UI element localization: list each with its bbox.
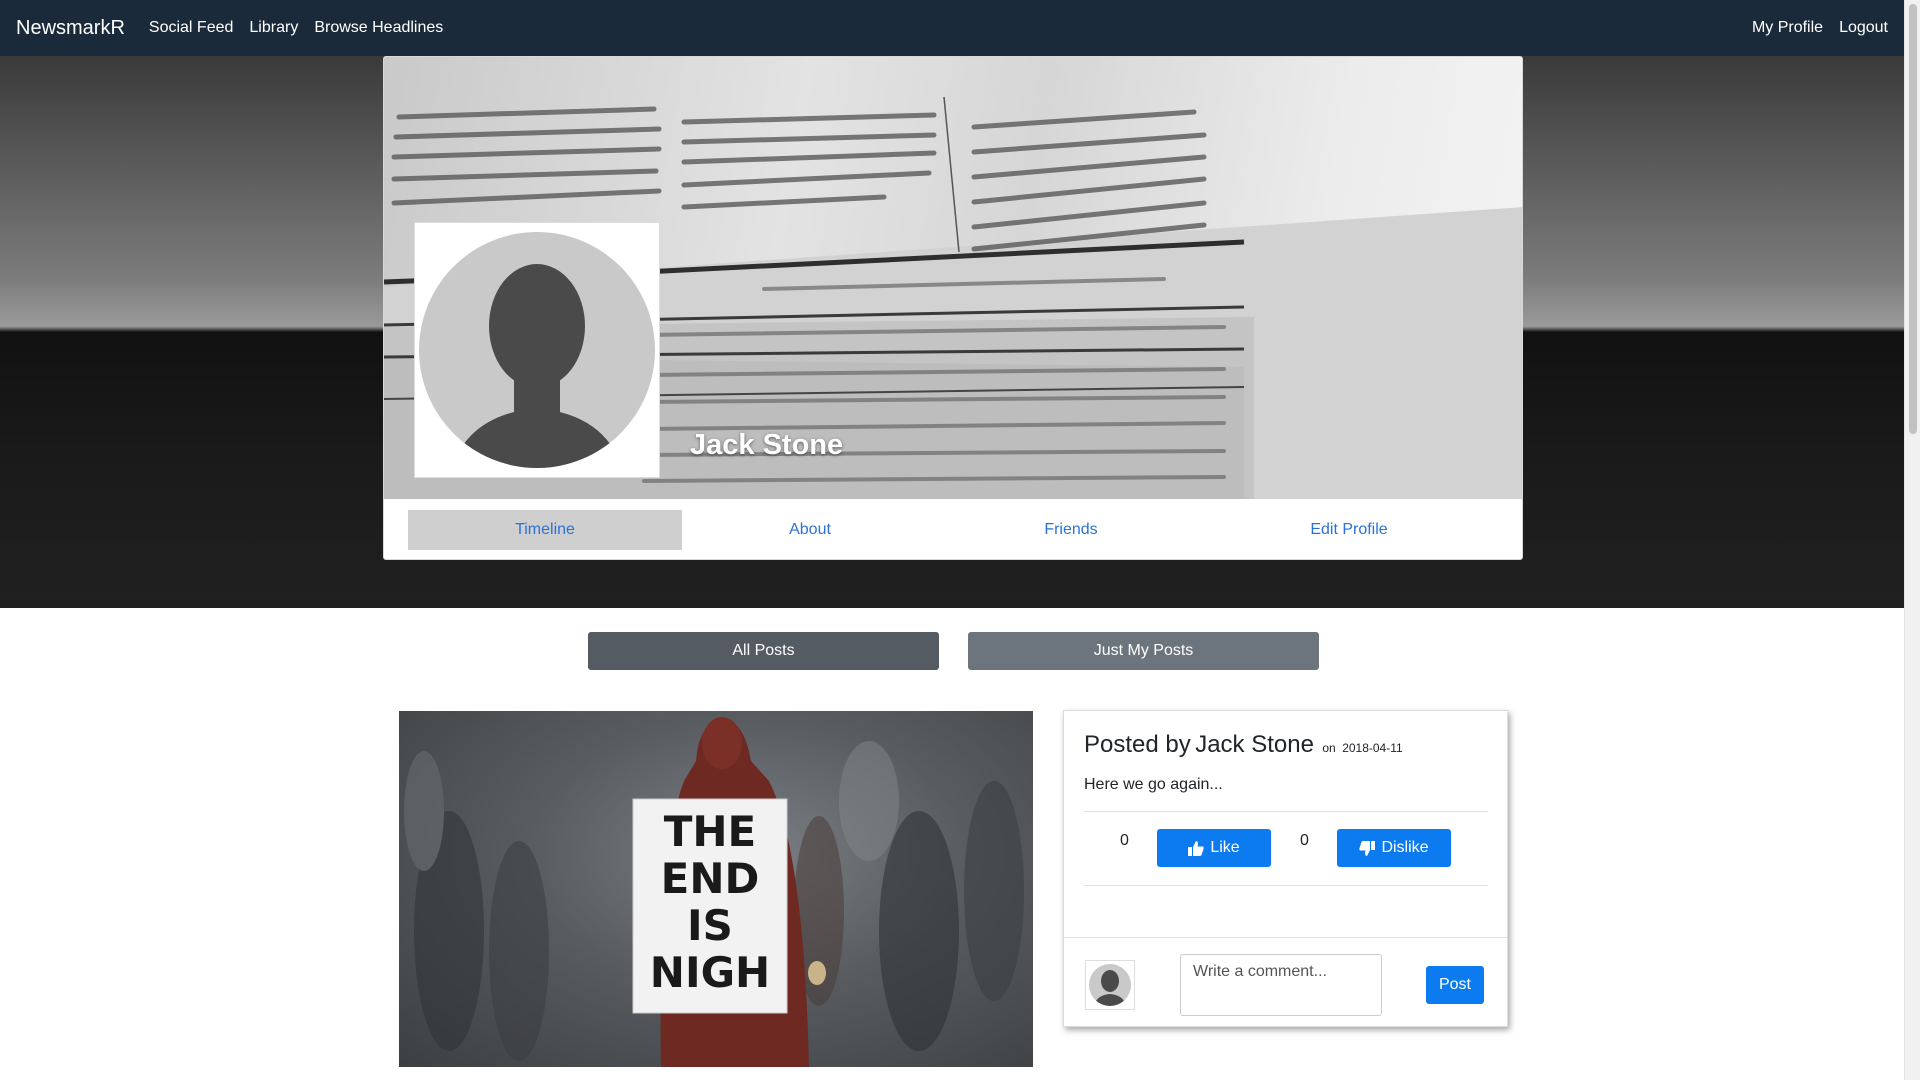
all-posts-button[interactable]: All Posts bbox=[588, 632, 939, 670]
post-text: Here we go again... bbox=[1084, 776, 1223, 793]
nav-right-group: My Profile Logout bbox=[1736, 19, 1888, 37]
tab-friends[interactable]: Friends bbox=[938, 510, 1204, 550]
sign-line-the: THE bbox=[664, 807, 757, 856]
profile-avatar bbox=[414, 222, 660, 478]
scrollbar-thumb[interactable] bbox=[1909, 4, 1917, 434]
sign-line-end: END bbox=[661, 854, 760, 903]
nav-my-profile[interactable]: My Profile bbox=[1752, 19, 1823, 37]
posted-by-prefix: Posted by bbox=[1084, 731, 1191, 758]
nav-browse-headlines[interactable]: Browse Headlines bbox=[314, 19, 443, 37]
tab-about[interactable]: About bbox=[682, 510, 938, 550]
tab-edit-profile[interactable]: Edit Profile bbox=[1204, 510, 1494, 550]
like-button[interactable]: Like bbox=[1157, 829, 1271, 867]
nav-social-feed[interactable]: Social Feed bbox=[149, 19, 234, 37]
brand-logo-link[interactable]: NewsmarkR bbox=[16, 17, 125, 40]
divider bbox=[1084, 885, 1488, 886]
just-my-posts-button[interactable]: Just My Posts bbox=[968, 632, 1319, 670]
like-label: Like bbox=[1210, 839, 1240, 856]
tab-timeline[interactable]: Timeline bbox=[408, 510, 682, 550]
profile-tabs: Timeline About Friends Edit Profile bbox=[384, 499, 1522, 559]
comment-input[interactable] bbox=[1180, 954, 1382, 1016]
profile-hero: Jack Stone Timeline About Friends Edit P… bbox=[0, 56, 1904, 608]
comment-area: Post bbox=[1064, 937, 1507, 1026]
post-photo: THE END IS NIGH bbox=[404, 717, 1024, 1067]
thumbs-down-icon bbox=[1359, 840, 1376, 856]
post-date: 2018-04-11 bbox=[1342, 741, 1403, 755]
thumbs-up-icon bbox=[1188, 840, 1204, 856]
top-navbar: NewsmarkR Social Feed Library Browse Hea… bbox=[0, 0, 1904, 56]
dislike-label: Dislike bbox=[1381, 839, 1429, 856]
divider bbox=[1084, 811, 1488, 812]
post-comment-button[interactable]: Post bbox=[1426, 966, 1484, 1004]
newspaper-stack-image: Jack Stone bbox=[384, 57, 1522, 499]
nav-library[interactable]: Library bbox=[249, 19, 298, 37]
profile-name: Jack Stone bbox=[690, 429, 844, 461]
post-header: Posted by Jack Stone on 2018-04-11 bbox=[1084, 731, 1403, 759]
post-card: Posted by Jack Stone on 2018-04-11 Here … bbox=[1063, 710, 1508, 1027]
user-silhouette-icon bbox=[1089, 964, 1131, 1006]
sign-line-nigh: NIGH bbox=[650, 948, 770, 997]
sign-line-is: IS bbox=[687, 901, 733, 950]
like-count: 0 bbox=[1120, 832, 1129, 849]
page-scrollbar[interactable] bbox=[1904, 0, 1920, 1080]
post-date-prefix: on bbox=[1322, 741, 1336, 755]
dislike-button[interactable]: Dislike bbox=[1337, 829, 1451, 867]
user-silhouette-icon bbox=[419, 232, 655, 468]
dislike-count: 0 bbox=[1300, 832, 1309, 849]
nav-logout[interactable]: Logout bbox=[1839, 19, 1888, 37]
end-is-nigh-sign-image: THE END IS NIGH bbox=[399, 711, 1033, 1067]
profile-card: Jack Stone Timeline About Friends Edit P… bbox=[383, 56, 1523, 560]
commenter-avatar bbox=[1085, 960, 1135, 1010]
post-author-link[interactable]: Jack Stone bbox=[1195, 731, 1314, 758]
